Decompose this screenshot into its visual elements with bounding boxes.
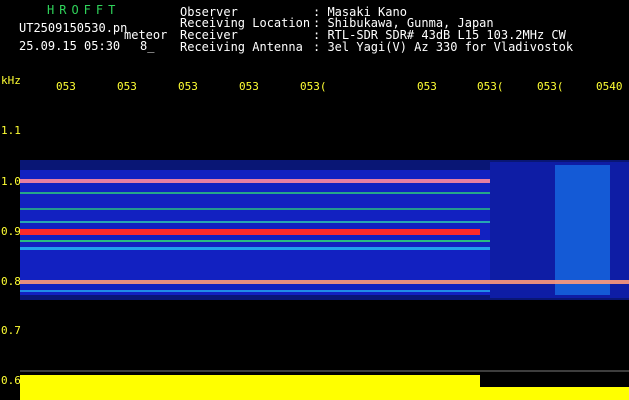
time-tick: 0540 <box>596 80 623 93</box>
time-tick: 053( <box>477 80 504 93</box>
time-tick: 053( <box>300 80 327 93</box>
freq-tick: 1.1 <box>1 124 21 137</box>
time-tick: 053( <box>537 80 564 93</box>
carrier-line <box>20 240 490 242</box>
time-tick: 053 <box>178 80 198 93</box>
carrier-line <box>20 179 490 183</box>
freq-tick: 0.9 <box>1 225 21 238</box>
carrier-line <box>20 229 480 235</box>
time-tick: 053 <box>417 80 437 93</box>
meteor-count: 8_ <box>140 39 155 53</box>
spectrogram <box>20 160 629 400</box>
freq-tick: 0.6 <box>1 374 21 387</box>
freq-tick: 0.8 <box>1 275 21 288</box>
freq-tick: 1.0 <box>1 175 21 188</box>
carrier-line <box>20 290 490 292</box>
antenna-label: Receiving Antenna <box>180 40 303 54</box>
timestamp: 25.09.15 05:30 <box>19 39 121 53</box>
level-bar <box>20 375 480 400</box>
meteor-burst <box>555 165 610 295</box>
time-tick: 053 <box>239 80 259 93</box>
carrier-line <box>20 192 490 194</box>
antenna-value: : 3el Yagi(V) Az 330 for Vladivostok <box>313 40 574 54</box>
carrier-line <box>20 208 490 210</box>
freq-tick: 0.7 <box>1 324 21 337</box>
hrofft-logo: HROFFT <box>47 3 121 17</box>
time-tick: 053 <box>56 80 76 93</box>
level-bar-low <box>480 387 629 400</box>
unit-label: kHz <box>1 74 21 87</box>
carrier-line <box>20 280 629 284</box>
time-tick: 053 <box>117 80 137 93</box>
file-name: UT2509150530.pn <box>19 21 128 35</box>
carrier-line <box>20 221 490 223</box>
carrier-line <box>20 247 490 250</box>
